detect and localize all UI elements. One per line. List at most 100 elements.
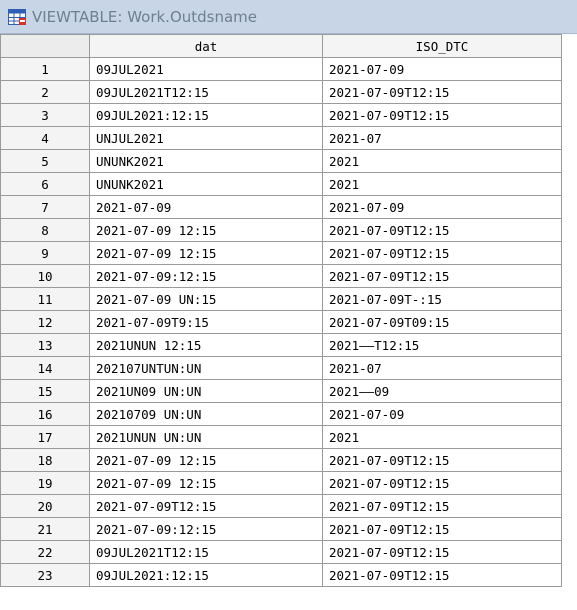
table-row[interactable]: 4 UNJUL2021 2021-07 bbox=[0, 126, 562, 150]
cell-dat[interactable]: 09JUL2021T12:15 bbox=[89, 540, 323, 564]
cell-dat[interactable]: 2021-07-09T12:15 bbox=[89, 494, 323, 518]
cell-dat[interactable]: 09JUL2021:12:15 bbox=[89, 563, 323, 587]
window-titlebar[interactable]: VIEWTABLE: Work.Outdsname bbox=[0, 0, 577, 34]
row-number[interactable]: 11 bbox=[0, 287, 90, 311]
table-row[interactable]: 11 2021-07-09 UN:15 2021-07-09T-:15 bbox=[0, 287, 562, 311]
viewtable-icon bbox=[8, 8, 26, 25]
cell-iso-dtc[interactable]: 2021 bbox=[322, 172, 562, 196]
row-number[interactable]: 8 bbox=[0, 218, 90, 242]
cell-iso-dtc[interactable]: 2021-07-09T-:15 bbox=[322, 287, 562, 311]
row-number[interactable]: 20 bbox=[0, 494, 90, 518]
cell-dat[interactable]: UNUNK2021 bbox=[89, 172, 323, 196]
cell-iso-dtc[interactable]: 2021-07 bbox=[322, 126, 562, 150]
cell-iso-dtc[interactable]: 2021-07-09T12:15 bbox=[322, 264, 562, 288]
table-row[interactable]: 12 2021-07-09T9:15 2021-07-09T09:15 bbox=[0, 310, 562, 334]
table-row[interactable]: 9 2021-07-09 12:15 2021-07-09T12:15 bbox=[0, 241, 562, 265]
row-number[interactable]: 19 bbox=[0, 471, 90, 495]
cell-dat[interactable]: 20210709 UN:UN bbox=[89, 402, 323, 426]
table-row[interactable]: 7 2021-07-09 2021-07-09 bbox=[0, 195, 562, 219]
table-row[interactable]: 5 UNUNK2021 2021 bbox=[0, 149, 562, 173]
cell-iso-dtc[interactable]: 2021 bbox=[322, 149, 562, 173]
row-number[interactable]: 10 bbox=[0, 264, 90, 288]
cell-iso-dtc[interactable]: 2021-07-09 bbox=[322, 402, 562, 426]
table-row[interactable]: 13 2021UNUN 12:15 2021——T12:15 bbox=[0, 333, 562, 357]
cell-iso-dtc[interactable]: 2021-07-09T12:15 bbox=[322, 494, 562, 518]
cell-dat[interactable]: 2021-07-09 UN:15 bbox=[89, 287, 323, 311]
table-row[interactable]: 20 2021-07-09T12:15 2021-07-09T12:15 bbox=[0, 494, 562, 518]
cell-iso-dtc[interactable]: 2021-07-09T09:15 bbox=[322, 310, 562, 334]
table-row[interactable]: 6 UNUNK2021 2021 bbox=[0, 172, 562, 196]
column-header-iso-dtc[interactable]: ISO_DTC bbox=[322, 34, 562, 58]
cell-dat[interactable]: 2021UN09 UN:UN bbox=[89, 379, 323, 403]
row-number[interactable]: 5 bbox=[0, 149, 90, 173]
table-row[interactable]: 2 09JUL2021T12:15 2021-07-09T12:15 bbox=[0, 80, 562, 104]
table-row[interactable]: 1 09JUL2021 2021-07-09 bbox=[0, 57, 562, 81]
cell-iso-dtc[interactable]: 2021——09 bbox=[322, 379, 562, 403]
row-number[interactable]: 13 bbox=[0, 333, 90, 357]
cell-iso-dtc[interactable]: 2021-07 bbox=[322, 356, 562, 380]
cell-iso-dtc[interactable]: 2021-07-09T12:15 bbox=[322, 540, 562, 564]
cell-iso-dtc[interactable]: 2021-07-09T12:15 bbox=[322, 448, 562, 472]
row-number[interactable]: 3 bbox=[0, 103, 90, 127]
row-number[interactable]: 17 bbox=[0, 425, 90, 449]
cell-iso-dtc[interactable]: 2021 bbox=[322, 425, 562, 449]
corner-cell[interactable] bbox=[0, 34, 90, 58]
cell-iso-dtc[interactable]: 2021-07-09T12:15 bbox=[322, 103, 562, 127]
table-row[interactable]: 23 09JUL2021:12:15 2021-07-09T12:15 bbox=[0, 563, 562, 587]
row-number[interactable]: 6 bbox=[0, 172, 90, 196]
cell-iso-dtc[interactable]: 2021-07-09T12:15 bbox=[322, 471, 562, 495]
table-row[interactable]: 21 2021-07-09:12:15 2021-07-09T12:15 bbox=[0, 517, 562, 541]
table-row[interactable]: 16 20210709 UN:UN 2021-07-09 bbox=[0, 402, 562, 426]
cell-dat[interactable]: 2021UNUN 12:15 bbox=[89, 333, 323, 357]
row-number[interactable]: 9 bbox=[0, 241, 90, 265]
cell-dat[interactable]: 2021-07-09 12:15 bbox=[89, 471, 323, 495]
table-row[interactable]: 17 2021UNUN UN:UN 2021 bbox=[0, 425, 562, 449]
row-number[interactable]: 15 bbox=[0, 379, 90, 403]
row-number[interactable]: 23 bbox=[0, 563, 90, 587]
table-row[interactable]: 3 09JUL2021:12:15 2021-07-09T12:15 bbox=[0, 103, 562, 127]
row-number[interactable]: 12 bbox=[0, 310, 90, 334]
cell-dat[interactable]: 09JUL2021:12:15 bbox=[89, 103, 323, 127]
table-row[interactable]: 8 2021-07-09 12:15 2021-07-09T12:15 bbox=[0, 218, 562, 242]
cell-iso-dtc[interactable]: 2021-07-09 bbox=[322, 195, 562, 219]
cell-dat[interactable]: 2021-07-09:12:15 bbox=[89, 517, 323, 541]
table-row[interactable]: 22 09JUL2021T12:15 2021-07-09T12:15 bbox=[0, 540, 562, 564]
cell-dat[interactable]: UNJUL2021 bbox=[89, 126, 323, 150]
data-table: dat ISO_DTC 1 09JUL2021 2021-07-09 2 09JUL20… bbox=[0, 34, 562, 587]
row-number[interactable]: 4 bbox=[0, 126, 90, 150]
cell-dat[interactable]: 09JUL2021T12:15 bbox=[89, 80, 323, 104]
cell-dat[interactable]: 2021-07-09 12:15 bbox=[89, 241, 323, 265]
cell-dat[interactable]: 2021-07-09:12:15 bbox=[89, 264, 323, 288]
cell-iso-dtc[interactable]: 2021-07-09T12:15 bbox=[322, 80, 562, 104]
cell-dat[interactable]: UNUNK2021 bbox=[89, 149, 323, 173]
cell-iso-dtc[interactable]: 2021-07-09T12:15 bbox=[322, 218, 562, 242]
table-row[interactable]: 10 2021-07-09:12:15 2021-07-09T12:15 bbox=[0, 264, 562, 288]
window-title: VIEWTABLE: Work.Outdsname bbox=[32, 7, 258, 26]
cell-iso-dtc[interactable]: 2021-07-09T12:15 bbox=[322, 517, 562, 541]
cell-dat[interactable]: 09JUL2021 bbox=[89, 57, 323, 81]
row-number[interactable]: 14 bbox=[0, 356, 90, 380]
cell-iso-dtc[interactable]: 2021-07-09T12:15 bbox=[322, 563, 562, 587]
cell-iso-dtc[interactable]: 2021-07-09 bbox=[322, 57, 562, 81]
cell-dat[interactable]: 2021-07-09 12:15 bbox=[89, 448, 323, 472]
header-row: dat ISO_DTC bbox=[0, 34, 562, 58]
table-row[interactable]: 19 2021-07-09 12:15 2021-07-09T12:15 bbox=[0, 471, 562, 495]
table-row[interactable]: 14 202107UNTUN:UN 2021-07 bbox=[0, 356, 562, 380]
table-row[interactable]: 18 2021-07-09 12:15 2021-07-09T12:15 bbox=[0, 448, 562, 472]
row-number[interactable]: 2 bbox=[0, 80, 90, 104]
cell-dat[interactable]: 2021-07-09 bbox=[89, 195, 323, 219]
cell-dat[interactable]: 2021-07-09T9:15 bbox=[89, 310, 323, 334]
cell-iso-dtc[interactable]: 2021——T12:15 bbox=[322, 333, 562, 357]
cell-dat[interactable]: 2021UNUN UN:UN bbox=[89, 425, 323, 449]
row-number[interactable]: 21 bbox=[0, 517, 90, 541]
row-number[interactable]: 7 bbox=[0, 195, 90, 219]
row-number[interactable]: 1 bbox=[0, 57, 90, 81]
row-number[interactable]: 22 bbox=[0, 540, 90, 564]
cell-dat[interactable]: 2021-07-09 12:15 bbox=[89, 218, 323, 242]
cell-iso-dtc[interactable]: 2021-07-09T12:15 bbox=[322, 241, 562, 265]
row-number[interactable]: 16 bbox=[0, 402, 90, 426]
column-header-dat[interactable]: dat bbox=[89, 34, 323, 58]
table-row[interactable]: 15 2021UN09 UN:UN 2021——09 bbox=[0, 379, 562, 403]
cell-dat[interactable]: 202107UNTUN:UN bbox=[89, 356, 323, 380]
row-number[interactable]: 18 bbox=[0, 448, 90, 472]
